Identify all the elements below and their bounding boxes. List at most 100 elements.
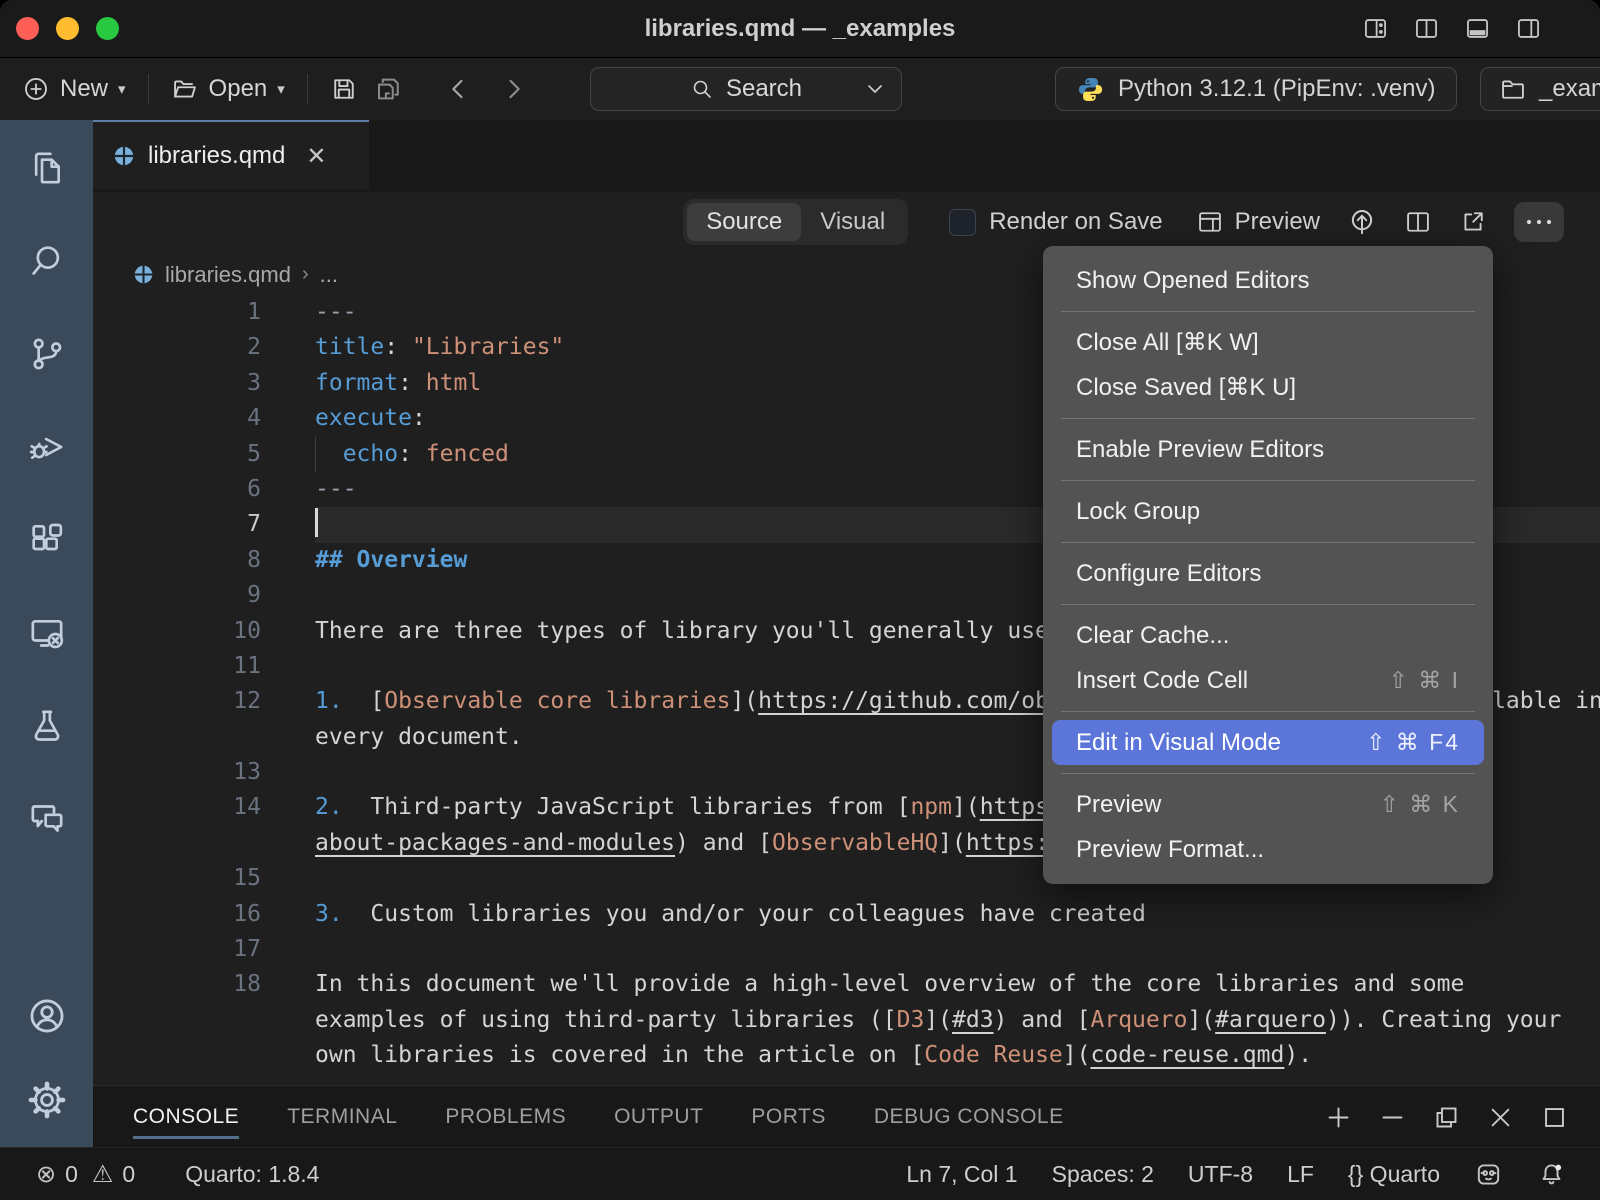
menu-item[interactable]: Preview Format...: [1052, 827, 1484, 872]
panel-minimize-button[interactable]: [1379, 1104, 1406, 1131]
menu-item[interactable]: Lock Group: [1052, 489, 1484, 534]
save-button[interactable]: [330, 75, 358, 103]
line-content[interactable]: In this document we'll provide a high-le…: [315, 967, 1600, 1002]
split-editor-icon: [1404, 208, 1432, 236]
navigate-back-button[interactable]: [446, 75, 470, 103]
status-item[interactable]: {} Quarto: [1348, 1161, 1440, 1188]
status-item[interactable]: Ln 7, Col 1: [906, 1161, 1017, 1188]
status-left: ⊗0 ⚠0 Quarto: 1.8.4: [36, 1148, 319, 1200]
status-item[interactable]: Spaces: 2: [1052, 1161, 1154, 1188]
menu-item[interactable]: Enable Preview Editors: [1052, 427, 1484, 472]
testing-icon[interactable]: [27, 706, 67, 746]
panel-add-button[interactable]: [1325, 1104, 1352, 1131]
split-editor-button[interactable]: [1404, 208, 1432, 236]
line-number: 1: [93, 295, 261, 330]
line-number: 18: [93, 967, 261, 1002]
chat-icon[interactable]: [27, 799, 67, 839]
close-tab-icon[interactable]: ✕: [306, 142, 326, 171]
menu-item-shortcut: ⇧ ⌘ I: [1389, 667, 1460, 694]
line-number: 13: [93, 755, 261, 790]
panel-tab-console[interactable]: CONSOLE: [133, 1086, 239, 1148]
python-icon: [1076, 75, 1105, 104]
source-mode-button[interactable]: Source: [687, 203, 801, 241]
search-placeholder: Search: [726, 75, 802, 103]
save-all-button[interactable]: [374, 74, 404, 104]
code-row[interactable]: own libraries is covered in the article …: [93, 1038, 1600, 1073]
render-button[interactable]: [1347, 207, 1377, 237]
open-external-icon: [1459, 208, 1487, 236]
workspace-selector[interactable]: _examples: [1480, 67, 1600, 111]
menu-separator: [1061, 773, 1475, 774]
line-number: [93, 826, 261, 861]
chevron-right-icon: ›: [302, 263, 309, 286]
menu-item[interactable]: Configure Editors: [1052, 551, 1484, 596]
open-in-new-window-button[interactable]: [1459, 208, 1487, 236]
menu-item-label: Edit in Visual Mode: [1076, 729, 1281, 757]
toggle-panel-icon[interactable]: [1464, 15, 1491, 42]
render-on-save-checkbox[interactable]: [949, 209, 976, 236]
status-label: 0: [122, 1161, 135, 1188]
menu-separator: [1061, 604, 1475, 605]
feedback-face-icon[interactable]: [1474, 1160, 1503, 1189]
menu-item[interactable]: Close All [⌘K W]: [1052, 320, 1484, 365]
account-icon[interactable]: [26, 995, 68, 1037]
status-item[interactable]: UTF-8: [1188, 1161, 1253, 1188]
panel-tab-problems[interactable]: PROBLEMS: [445, 1086, 566, 1148]
menu-item[interactable]: Preview⇧ ⌘ K: [1052, 782, 1484, 827]
status-error[interactable]: ⊗0: [36, 1160, 78, 1189]
line-number: 12: [93, 684, 261, 719]
customize-layout-icon[interactable]: [1362, 15, 1389, 42]
more-actions-button[interactable]: [1514, 202, 1564, 242]
preview-icon: [1196, 208, 1224, 236]
breadcrumb-file[interactable]: libraries.qmd: [165, 262, 291, 288]
status-bar: ⊗0 ⚠0 Quarto: 1.8.4 Ln 7, Col 1 Spaces: 2 UT…: [0, 1147, 1600, 1200]
panel-tab-debug-console[interactable]: DEBUG CONSOLE: [874, 1086, 1064, 1148]
code-row[interactable]: examples of using third-party libraries …: [93, 1003, 1600, 1038]
run-debug-icon[interactable]: [27, 427, 67, 467]
panel-restore-button[interactable]: [1433, 1104, 1460, 1131]
sessions-icon[interactable]: [27, 613, 67, 653]
navigate-forward-button[interactable]: [502, 75, 526, 103]
status-item[interactable]: LF: [1287, 1161, 1314, 1188]
menu-item[interactable]: Insert Code Cell ⇧ ⌘ I: [1052, 658, 1484, 703]
panel-tab-ports[interactable]: PORTS: [751, 1086, 825, 1148]
code-row[interactable]: 18 In this document we'll provide a high-…: [93, 967, 1600, 1002]
chevron-down-icon: ▾: [277, 80, 285, 98]
settings-gear-icon[interactable]: [26, 1079, 68, 1121]
line-content[interactable]: examples of using third-party libraries …: [315, 1003, 1600, 1038]
split-editor-layout-icon[interactable]: [1413, 15, 1440, 42]
menu-item[interactable]: Clear Cache...: [1052, 613, 1484, 658]
panel-tab-output[interactable]: OUTPUT: [614, 1086, 703, 1148]
line-content[interactable]: 3. Custom libraries you and/or your coll…: [315, 897, 1600, 932]
line-content[interactable]: [315, 932, 1600, 967]
tab-libraries-qmd[interactable]: libraries.qmd ✕: [93, 120, 369, 190]
code-row[interactable]: 163. Custom libraries you and/or your co…: [93, 897, 1600, 932]
line-number: 3: [93, 366, 261, 401]
open-button[interactable]: Open▾: [171, 75, 285, 103]
preview-button[interactable]: Preview: [1196, 208, 1320, 236]
folder-open-icon: [171, 75, 199, 103]
breadcrumb-symbol[interactable]: ...: [320, 262, 338, 288]
panel-tab-terminal[interactable]: TERMINAL: [287, 1086, 397, 1148]
menu-item-label: Insert Code Cell: [1076, 667, 1248, 695]
search-input[interactable]: Search: [590, 67, 902, 111]
notifications-bell-icon[interactable]: [1537, 1160, 1566, 1189]
interpreter-selector[interactable]: Python 3.12.1 (PipEnv: .venv): [1055, 67, 1457, 111]
menu-item[interactable]: Show Opened Editors: [1052, 258, 1484, 303]
explorer-icon[interactable]: [27, 148, 67, 188]
visual-mode-button[interactable]: Visual: [801, 203, 904, 241]
toggle-secondary-sidebar-icon[interactable]: [1515, 15, 1542, 42]
line-content[interactable]: own libraries is covered in the article …: [315, 1038, 1600, 1073]
menu-item[interactable]: Edit in Visual Mode⇧ ⌘ F4: [1052, 720, 1484, 765]
line-number: [93, 1003, 261, 1038]
new-button[interactable]: New▾: [22, 75, 126, 103]
menu-item[interactable]: Close Saved [⌘K U]: [1052, 365, 1484, 410]
panel-close-button[interactable]: [1487, 1104, 1514, 1131]
extensions-icon[interactable]: [27, 520, 67, 560]
code-row[interactable]: 17: [93, 932, 1600, 967]
status-item[interactable]: Quarto: 1.8.4: [185, 1161, 319, 1188]
panel-maximize-button[interactable]: [1541, 1104, 1568, 1131]
status-warning[interactable]: ⚠0: [92, 1160, 135, 1189]
search-sidebar-icon[interactable]: [27, 241, 67, 281]
source-control-icon[interactable]: [27, 334, 67, 374]
